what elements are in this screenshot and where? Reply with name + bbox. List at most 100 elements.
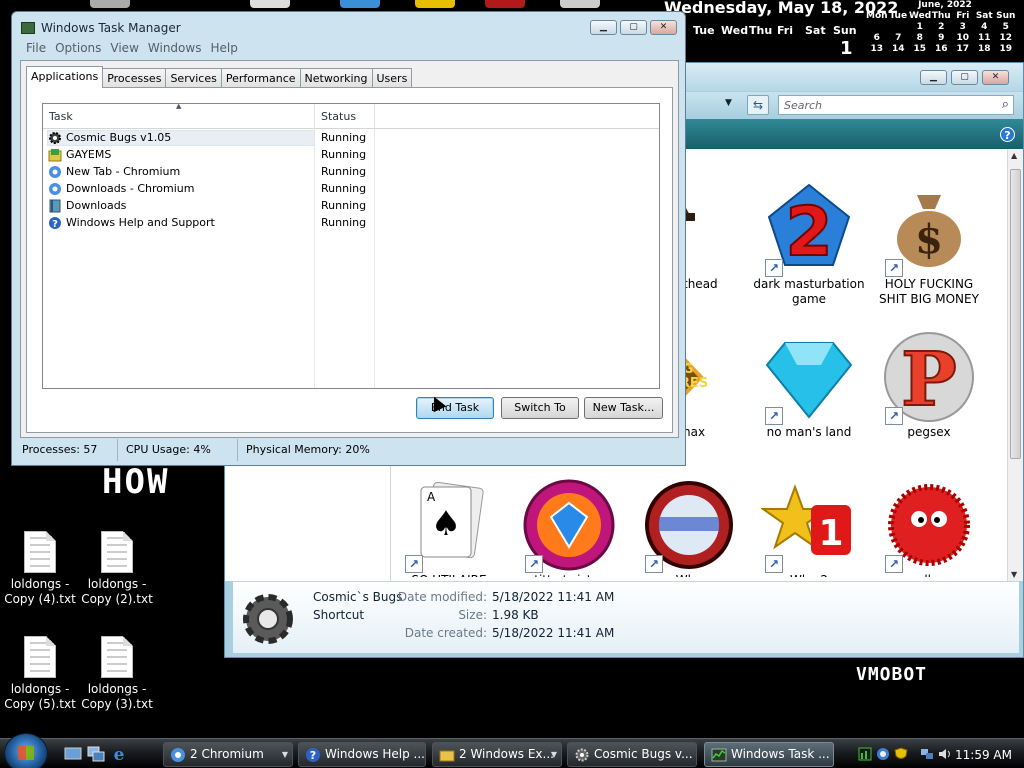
desktop-file-icon[interactable]: loldongs - Copy (4).txt [0,531,80,607]
taskbar: e 2 Chromium ▼ ? Windows Help ... 2 Wind… [0,733,1024,768]
address-dropdown-icon[interactable]: ▼ [725,98,732,108]
shortcut-item[interactable]: ↗ titty twister [511,477,627,577]
close-button[interactable]: ✕ [982,70,1009,85]
switch-to-button[interactable]: Switch To [501,397,579,419]
system-clock[interactable]: 11:59 AM [955,748,1012,762]
shortcut-item[interactable]: 2 ↗ dark masturbation game [751,181,867,307]
mini-calendar-day: 17 [956,44,970,54]
maximize-button[interactable]: ▢ [620,20,647,35]
tab-applications[interactable]: Applications [26,66,104,88]
tab-networking[interactable]: Networking [299,68,373,87]
text-file-icon [24,531,56,573]
column-header-status[interactable]: Status [315,104,375,129]
help-icon[interactable]: ? [1000,127,1015,142]
desktop-file-icon[interactable]: loldongs - Copy (3).txt [77,636,157,712]
mini-calendar-header: Sun [996,11,1016,21]
task-status: Running [321,216,367,229]
shortcut-label: no man's land [766,425,852,439]
internet-explorer-icon[interactable]: e [110,745,128,763]
shortcut-item[interactable]: P ↗ pegsex [871,329,987,440]
mini-calendar-day: 7 [895,33,902,43]
search-input[interactable]: Search ⌕ [778,95,1014,115]
shortcut-item[interactable]: 1 ↗ Why 2 [751,477,867,577]
task-row[interactable]: New Tab - Chromium Running [45,164,659,181]
desktop-file-icon[interactable]: loldongs - Copy (5).txt [0,636,80,712]
close-button[interactable]: ✕ [650,20,677,35]
network-icon[interactable] [920,747,934,761]
minimize-button[interactable]: ▁ [590,20,617,35]
spade-card-icon: ♠ A ↗ [401,477,497,573]
mini-calendar-header: Fri [956,11,970,21]
menu-options[interactable]: Options [53,41,108,55]
status-cpu-usage: CPU Usage: 4% [118,439,238,461]
desktop-file-label: loldongs - Copy (5).txt [4,682,76,711]
shortcut-item[interactable]: ↗ Why [631,477,747,577]
taskbar-button-explorer[interactable]: 2 Windows Ex... ▼ [432,742,562,767]
vertical-scrollbar[interactable]: ▲ ▼ [1007,149,1023,581]
tab-performance[interactable]: Performance [220,68,301,87]
task-name: Downloads [66,199,127,212]
task-name: Downloads - Chromium [66,182,195,195]
chromium-icon [171,748,185,762]
taskbar-button-help[interactable]: ? Windows Help ... [298,742,426,767]
shortcut-arrow-icon: ↗ [645,555,663,573]
task-name: Windows Help and Support [66,216,215,229]
maximize-button[interactable]: ▢ [951,70,978,85]
taskbar-button-chromium[interactable]: 2 Chromium ▼ [163,742,293,767]
security-shield-icon[interactable] [894,747,908,761]
shortcut-label: Why [631,573,747,577]
minimize-button[interactable]: ▁ [920,70,947,85]
star-badge-icon: 1 ↗ [759,477,857,573]
gear-icon [49,132,61,144]
task-manager-titlebar[interactable]: Windows Task Manager ▁ ▢ ✕ [12,12,685,42]
shortcut-item[interactable]: $ ↗ HOLY FUCKING SHIT BIG MONEY [871,181,987,307]
search-icon[interactable]: ⌕ [1002,97,1009,112]
svg-text:♠: ♠ [431,504,461,544]
new-task-button[interactable]: New Task... [584,397,663,419]
mini-calendar-day: 18 [977,44,991,54]
volume-icon[interactable] [938,747,952,761]
tab-services[interactable]: Services [165,68,222,87]
cpu-meter-icon[interactable] [858,747,872,761]
menu-file[interactable]: File [24,41,53,55]
refresh-icon[interactable]: ⇆ [747,95,769,115]
text-file-icon [101,531,133,573]
scroll-up-icon[interactable]: ▲ [1011,151,1017,160]
scrollbar-thumb[interactable] [1010,169,1021,459]
start-button[interactable] [4,733,48,768]
watermark-text: VMOBOT [856,664,928,685]
mini-calendar-day: 12 [999,33,1013,43]
task-list-header: Task ▲ Status [43,102,659,129]
network-status-icon[interactable] [876,747,890,761]
scroll-down-icon[interactable]: ▼ [1011,570,1017,579]
shortcut-item[interactable]: ♠A ↗ SO UTILAIRE [391,477,507,577]
task-row[interactable]: ? Windows Help and Support Running [45,215,659,232]
mini-calendar-day: 14 [891,44,905,54]
menu-help[interactable]: Help [208,41,244,55]
taskbar-button-task-manager[interactable]: Windows Task ... [704,742,834,767]
task-row[interactable]: GAYEMS Running [45,147,659,164]
menu-view[interactable]: View [108,41,145,55]
show-desktop-icon[interactable] [64,745,82,763]
shortcut-item[interactable]: ↗ yellow [871,477,987,577]
tab-processes[interactable]: Processes [102,68,167,87]
menu-windows[interactable]: Windows [146,41,209,55]
text-file-icon [101,636,133,678]
task-list[interactable]: Task ▲ Status Cosmic Bugs v1.05 Running … [42,102,660,389]
shortcut-item[interactable]: ↗ no man's land [751,329,867,440]
task-row[interactable]: Cosmic Bugs v1.05 Running [45,130,659,147]
date-created-value: 5/18/2022 11:41 AM [492,626,615,640]
weekday-label: Sun [833,24,857,37]
book-icon [49,199,61,213]
desktop-file-icon[interactable]: loldongs - Copy (2).txt [77,531,157,607]
mini-calendar-header: Thu [931,11,951,21]
taskbar-button-cosmic-bugs[interactable]: Cosmic Bugs v... [567,742,697,767]
search-placeholder: Search [784,99,823,112]
tab-users[interactable]: Users [371,68,413,87]
mini-calendar-header: Mon [866,11,888,21]
size-label: Size: [458,608,487,622]
switch-windows-icon[interactable] [87,745,105,763]
mini-calendar-day: 6 [873,33,880,43]
task-row[interactable]: Downloads Running [45,198,659,215]
task-row[interactable]: Downloads - Chromium Running [45,181,659,198]
